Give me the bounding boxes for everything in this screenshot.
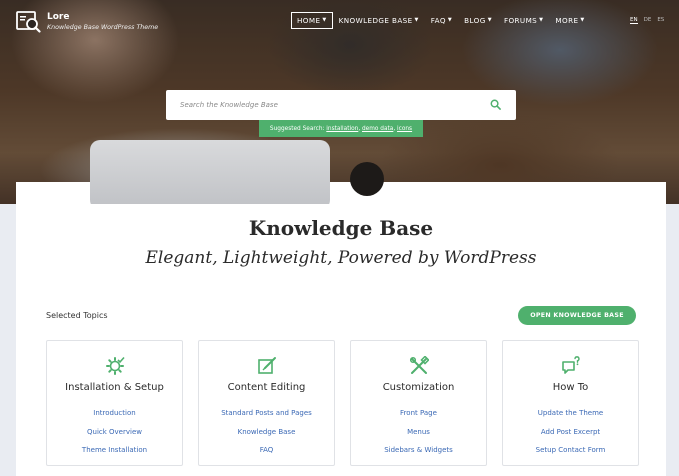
open-knowledge-base-button[interactable]: OPEN KNOWLEDGE BASE [518, 306, 636, 325]
lang-de[interactable]: DE [644, 17, 652, 24]
chevron-down-icon: ▼ [322, 17, 327, 23]
topic-link[interactable]: FAQ [199, 441, 334, 460]
edit-icon [258, 357, 276, 374]
site-logo[interactable]: Lore Knowledge Base WordPress Theme [16, 9, 158, 34]
content-card: Knowledge Base Elegant, Lightweight, Pow… [16, 182, 666, 476]
nav-label: HOME [297, 16, 321, 25]
topic-card-content-editing: Content Editing Standard Posts and Pages… [198, 340, 335, 466]
chevron-down-icon: ▼ [539, 17, 544, 23]
search-icon[interactable] [490, 99, 501, 110]
selected-topics-label: Selected Topics [46, 311, 108, 320]
topic-link[interactable]: Menus [351, 423, 486, 442]
nav-item-forums[interactable]: FORUMS ▼ [498, 12, 549, 29]
language-switcher: EN DE ES [630, 17, 664, 24]
topic-cards: Installation & Setup Introduction Quick … [46, 340, 639, 466]
nav-label: FORUMS [503, 16, 538, 25]
topic-link[interactable]: Add Post Excerpt [503, 423, 638, 442]
topic-title: Customization [382, 382, 455, 393]
hero-mug [350, 162, 384, 196]
lang-es[interactable]: ES [657, 17, 664, 24]
nav-item-home[interactable]: HOME ▼ [291, 12, 333, 29]
main-nav: HOME ▼ KNOWLEDGE BASE ▼ FAQ ▼ BLOG ▼ FORUMS ▼… [291, 12, 591, 29]
topic-card-how-to: How To Update the Theme Add Post Excerpt… [502, 340, 639, 466]
topic-link[interactable]: Quick Overview [47, 423, 182, 442]
topic-link[interactable]: Update the Theme [503, 404, 638, 423]
chevron-down-icon: ▼ [487, 17, 492, 23]
topic-link[interactable]: Standard Posts and Pages [199, 404, 334, 423]
chevron-down-icon: ▼ [447, 17, 453, 23]
question-bubble-icon [562, 356, 580, 374]
nav-item-knowledge-base[interactable]: KNOWLEDGE BASE ▼ [333, 12, 425, 29]
topic-link[interactable]: Setup Contact Form [503, 441, 638, 460]
tools-icon [409, 356, 429, 374]
suggested-label: Suggested Search: [269, 125, 325, 132]
topic-link[interactable]: Introduction [47, 404, 182, 423]
lang-en[interactable]: EN [630, 17, 638, 24]
topic-link[interactable]: Knowledge Base [199, 423, 334, 442]
search-bar [166, 90, 516, 120]
nav-label: BLOG [464, 16, 486, 25]
topic-title: Installation & Setup [65, 382, 164, 393]
suggestion-link[interactable]: icons [397, 126, 412, 132]
nav-item-faq[interactable]: FAQ ▼ [425, 12, 458, 29]
topic-card-customization: Customization Front Page Menus Sidebars … [350, 340, 487, 466]
topic-title: How To [552, 382, 589, 393]
hero-laptop [90, 140, 330, 204]
suggestion-link[interactable]: installation [326, 126, 358, 132]
search-input[interactable] [180, 101, 480, 109]
site-tagline: Knowledge Base WordPress Theme [47, 23, 159, 31]
nav-label: MORE [555, 16, 579, 25]
topic-card-installation: Installation & Setup Introduction Quick … [46, 340, 183, 466]
nav-item-blog[interactable]: BLOG ▼ [458, 12, 498, 29]
gear-check-icon [106, 356, 125, 375]
chevron-down-icon: ▼ [580, 17, 585, 23]
topic-link[interactable]: Front Page [351, 404, 486, 423]
suggested-search: Suggested Search: installation, demo dat… [259, 120, 423, 137]
topic-link[interactable]: Sidebars & Widgets [351, 441, 486, 460]
nav-label: KNOWLEDGE BASE [338, 16, 413, 25]
suggestion-link[interactable]: demo data [362, 126, 393, 132]
page-subtitle: Elegant, Lightweight, Powered by WordPre… [145, 248, 537, 268]
topic-link[interactable]: Theme Installation [47, 441, 182, 460]
nav-label: FAQ [430, 16, 446, 25]
site-name: Lore [47, 11, 70, 22]
logo-icon [16, 11, 41, 33]
topic-title: Content Editing [227, 382, 306, 393]
nav-item-more[interactable]: MORE ▼ [549, 12, 590, 29]
chevron-down-icon: ▼ [414, 17, 419, 23]
page-title: Knowledge Base [248, 216, 434, 240]
